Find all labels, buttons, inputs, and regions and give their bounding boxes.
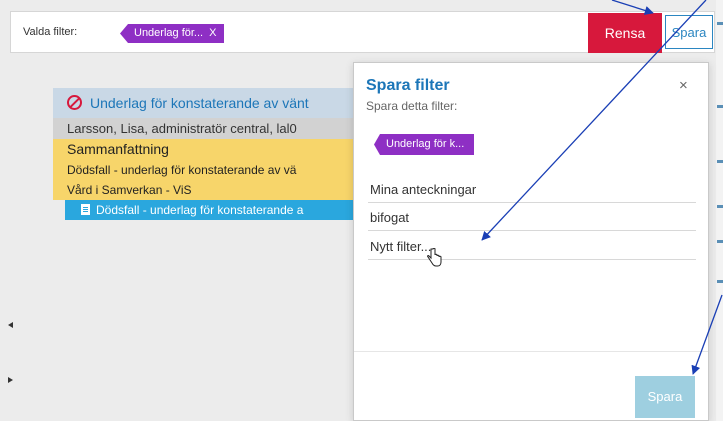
filter-chip[interactable]: Underlag för... X <box>120 24 225 43</box>
filter-list-item[interactable]: Nytt filter... <box>368 235 696 260</box>
filter-list-item[interactable]: Mina anteckningar <box>368 178 696 203</box>
hand-cursor-icon <box>427 248 442 267</box>
filter-label: Valda filter: <box>23 26 78 38</box>
close-icon[interactable]: × <box>679 77 688 94</box>
card-row-2: Vård i Samverkan - ViS <box>53 180 353 200</box>
filter-chip-label: Underlag för... <box>134 27 204 39</box>
popover-divider <box>354 351 708 352</box>
card-link-label: Dödsfall - underlag för konstaterande a <box>96 203 304 217</box>
filter-list-item[interactable]: bifogat <box>368 206 696 231</box>
popover-filter-chip: Underlag för k... <box>374 134 475 155</box>
rensa-button[interactable]: Rensa <box>588 13 662 53</box>
filter-chip-close-icon[interactable]: X <box>209 27 216 39</box>
popover-save-button[interactable]: Spara <box>635 376 695 418</box>
strip-mark-2 <box>717 105 723 108</box>
card-header[interactable]: Underlag för konstaterande av vänt <box>53 88 353 118</box>
card-link-row[interactable]: Dödsfall - underlag för konstaterande a <box>65 200 353 220</box>
strip-mark-6 <box>717 280 723 283</box>
document-icon <box>81 204 90 215</box>
strip-mark-3 <box>717 160 723 163</box>
collapse-left-icon[interactable] <box>8 322 13 328</box>
strip-mark-5 <box>717 240 723 243</box>
expand-right-icon[interactable] <box>8 377 13 383</box>
save-filter-popover: Spara filter Spara detta filter: × Under… <box>353 62 709 421</box>
card-summary: Sammanfattning <box>53 139 353 160</box>
prohibited-icon <box>67 95 82 110</box>
spara-button[interactable]: Spara <box>665 15 713 49</box>
right-strip <box>716 0 723 421</box>
popover-title: Spara filter <box>366 77 450 94</box>
document-card: Underlag för konstaterande av vänt Larss… <box>53 88 353 234</box>
card-user: Larsson, Lisa, administratör central, la… <box>53 118 353 139</box>
strip-mark-4 <box>717 205 723 208</box>
card-row-1: Dödsfall - underlag för konstaterande av… <box>53 160 353 180</box>
card-title: Underlag för konstaterande av vänt <box>90 95 309 111</box>
strip-mark-1 <box>717 22 723 25</box>
popover-subtitle: Spara detta filter: <box>366 99 458 113</box>
filter-bar: Valda filter: Underlag för... X Rensa Spa… <box>10 11 715 53</box>
